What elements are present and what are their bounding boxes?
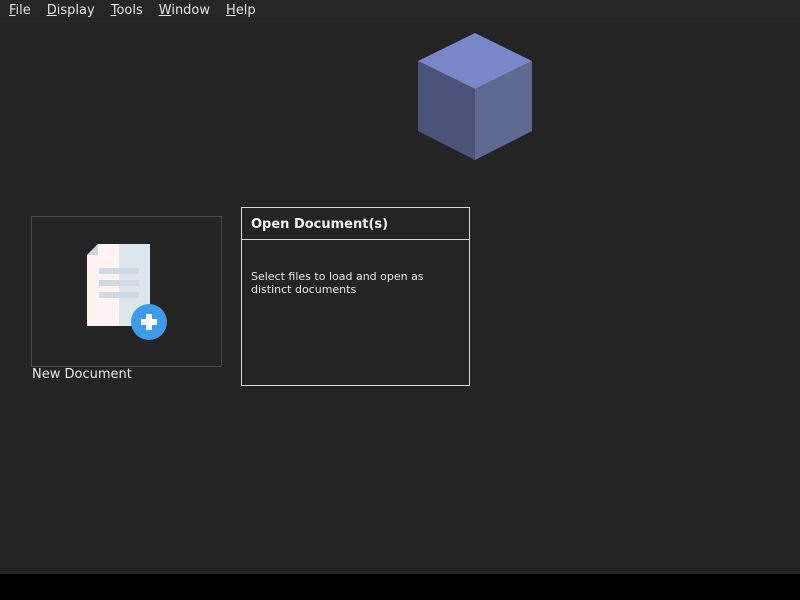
new-document-label[interactable]: New Document: [32, 367, 132, 382]
open-documents-description: Select files to load and open as distinc…: [251, 270, 424, 296]
bottom-bar: [0, 574, 800, 600]
new-document-button[interactable]: [31, 216, 222, 367]
menu-display[interactable]: Display: [38, 0, 102, 22]
menu-bar: File Display Tools Window Help: [0, 0, 800, 22]
open-documents-title: Open Document(s): [242, 208, 469, 240]
menu-file[interactable]: File: [0, 0, 38, 22]
menu-help[interactable]: Help: [217, 0, 263, 22]
menu-window[interactable]: Window: [150, 0, 217, 22]
menu-tools[interactable]: Tools: [102, 0, 150, 22]
new-document-icon: [87, 244, 167, 340]
cube-logo-icon: [418, 33, 532, 160]
open-documents-button[interactable]: Open Document(s) Select files to load an…: [241, 207, 470, 386]
